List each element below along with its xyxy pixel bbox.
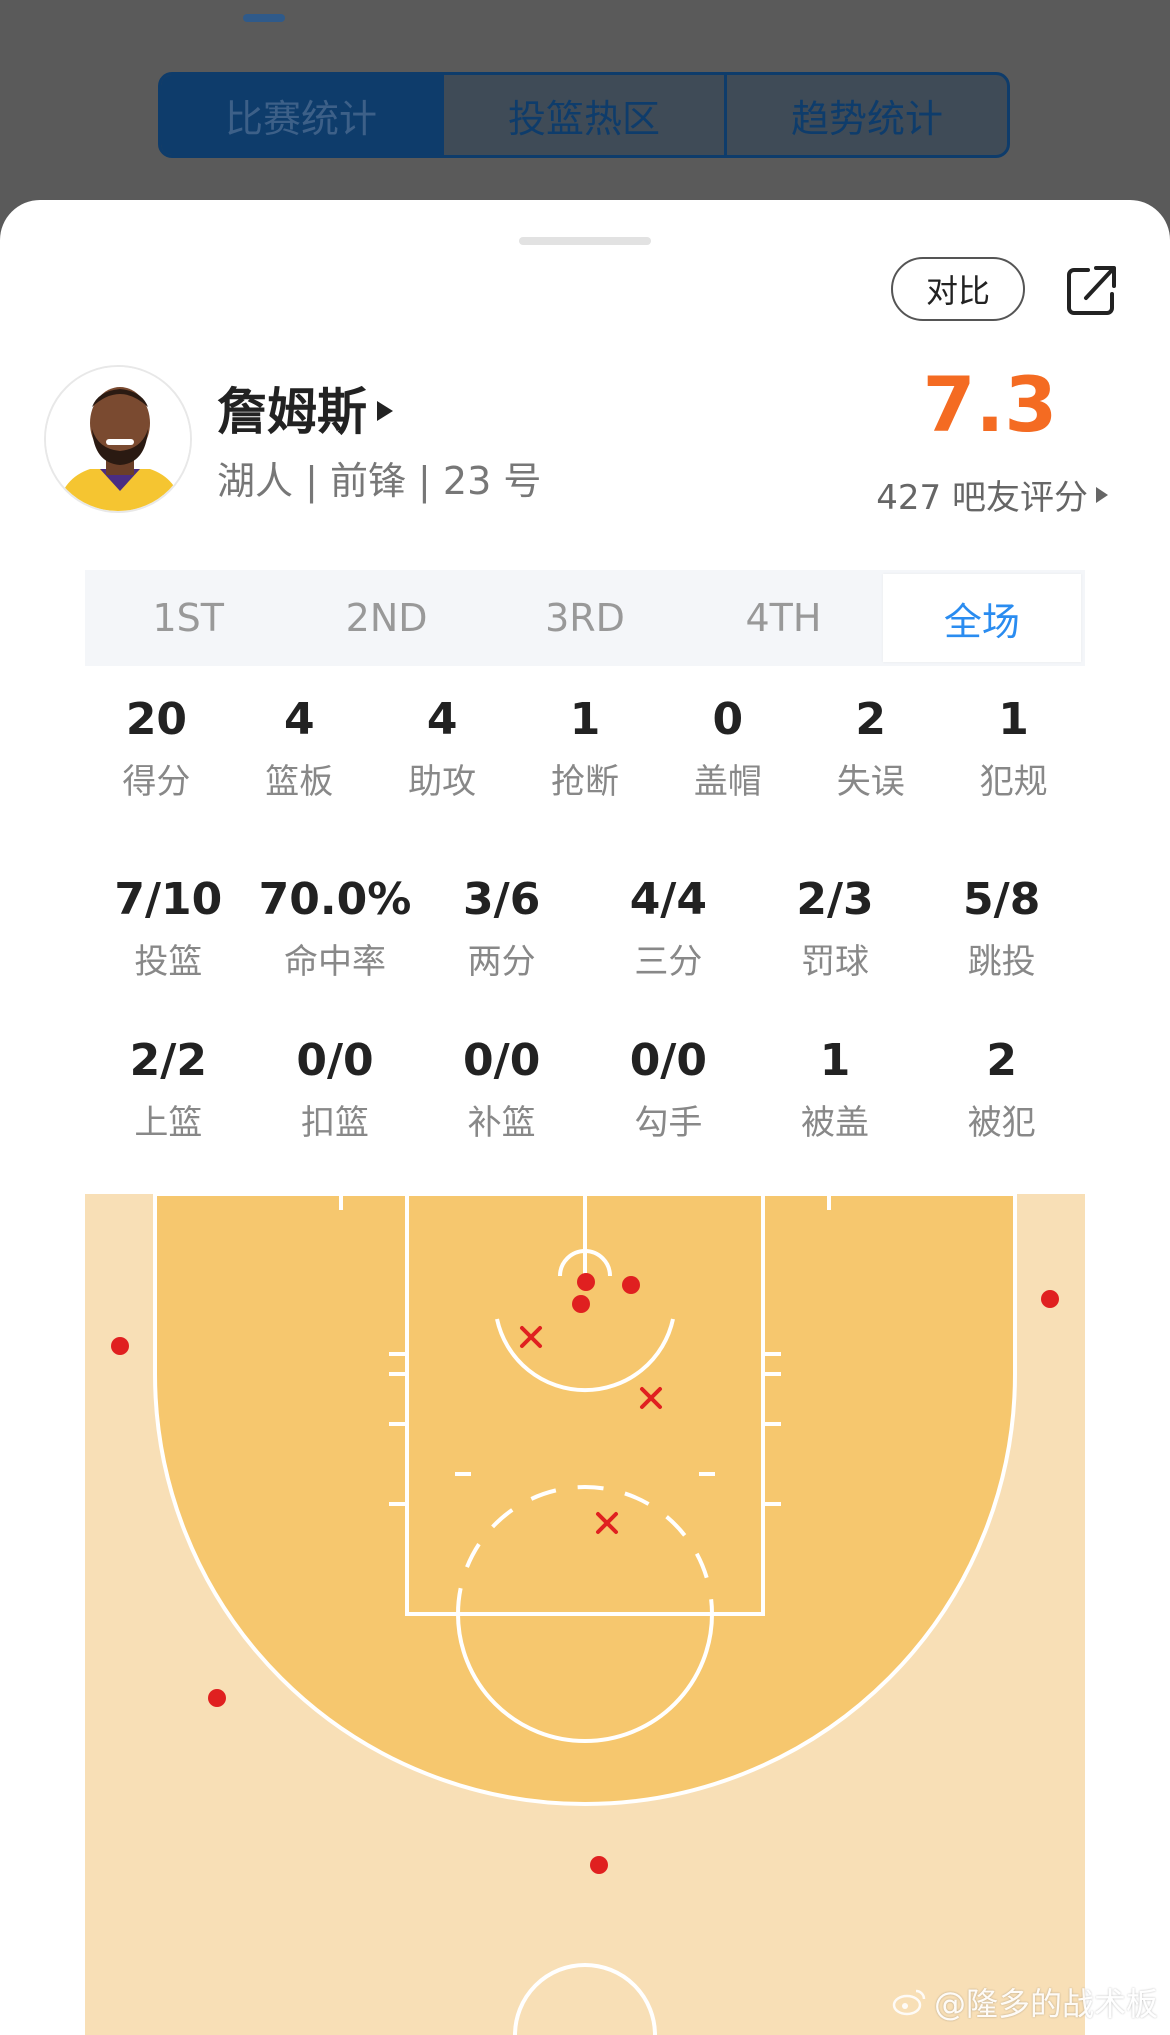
stat-dunks: 0/0 扣篮 bbox=[252, 1033, 419, 1144]
stat-value: 1 bbox=[819, 1035, 851, 1086]
stat-label: 被犯 bbox=[967, 1103, 1036, 1143]
stat-label: 跳投 bbox=[967, 942, 1036, 982]
tab-shot-zones[interactable]: 投篮热区 bbox=[444, 75, 727, 155]
stat-label: 抢断 bbox=[551, 762, 619, 802]
stat-layups: 2/2 上篮 bbox=[85, 1033, 252, 1144]
shooting-stats-row: 7/10 投篮 70.0% 命中率 3/6 两分 4/4 三分 2/3 罚球 5/8 跳投 bbox=[85, 872, 1085, 983]
stat-value: 20 bbox=[125, 694, 188, 745]
stat-value: 0 bbox=[712, 694, 744, 745]
stat-value: 2 bbox=[986, 1035, 1017, 1086]
stat-label: 勾手 bbox=[634, 1103, 703, 1143]
stat-value: 7/10 bbox=[114, 874, 223, 925]
stat-value: 4/4 bbox=[629, 874, 707, 925]
player-rating: 7.3 bbox=[922, 360, 1058, 449]
stat-free-throws: 2/3 罚球 bbox=[752, 872, 919, 983]
stat-label: 犯规 bbox=[979, 762, 1048, 802]
stat-label: 上篮 bbox=[134, 1103, 203, 1143]
stat-label: 补篮 bbox=[467, 1103, 536, 1143]
stat-value: 4 bbox=[283, 694, 315, 745]
period-tab-1st[interactable]: 1ST bbox=[89, 574, 287, 662]
player-portrait-icon bbox=[46, 367, 190, 511]
stat-value: 1 bbox=[998, 694, 1029, 745]
stat-value: 3/6 bbox=[463, 874, 541, 925]
made-shot-dot[interactable] bbox=[622, 1276, 640, 1294]
watermark: @隆多的战术板 bbox=[892, 1979, 1158, 2025]
stats-tab-bar: 比赛统计 投篮热区 趋势统计 bbox=[158, 72, 1010, 158]
made-shot-dot[interactable] bbox=[1041, 1290, 1059, 1308]
player-stats-sheet: 对比 詹姆斯 湖人 | 前锋 | 23 号 7.3 427 吧友评分 1ST 2… bbox=[0, 200, 1170, 2035]
compare-button[interactable]: 对比 bbox=[891, 257, 1025, 321]
stat-value: 70.0% bbox=[258, 874, 412, 925]
stat-jump-shots: 5/8 跳投 bbox=[918, 872, 1085, 983]
stat-fouled: 2 被犯 bbox=[918, 1033, 1085, 1144]
made-shot-dot[interactable] bbox=[577, 1273, 595, 1291]
period-tab-2nd[interactable]: 2ND bbox=[287, 574, 485, 662]
rating-count-text: 427 吧友评分 bbox=[876, 478, 1088, 518]
shot-chart-court bbox=[85, 1194, 1085, 2035]
share-icon[interactable] bbox=[1062, 260, 1122, 320]
stat-points: 20 得分 bbox=[85, 692, 228, 803]
made-shot-dot[interactable] bbox=[572, 1295, 590, 1313]
tab-trend-stats[interactable]: 趋势统计 bbox=[727, 75, 1007, 155]
stat-fg: 7/10 投篮 bbox=[85, 872, 252, 983]
stat-assists: 4 助攻 bbox=[371, 692, 514, 803]
shot-type-stats-row: 2/2 上篮 0/0 扣篮 0/0 补篮 0/0 勾手 1 被盖 2 被犯 bbox=[85, 1033, 1085, 1144]
made-shot-dot[interactable] bbox=[208, 1689, 226, 1707]
stat-hook-shots: 0/0 勾手 bbox=[585, 1033, 752, 1144]
play-arrow-icon bbox=[377, 401, 393, 421]
stat-value: 1 bbox=[569, 694, 601, 745]
stat-label: 盖帽 bbox=[693, 762, 762, 802]
stat-blocks: 0 盖帽 bbox=[656, 692, 799, 803]
period-selector: 1ST 2ND 3RD 4TH 全场 bbox=[85, 570, 1085, 666]
rating-count-link[interactable]: 427 吧友评分 bbox=[876, 470, 1108, 519]
stat-label: 扣篮 bbox=[301, 1103, 369, 1143]
stat-label: 篮板 bbox=[265, 762, 334, 802]
stat-label: 得分 bbox=[122, 762, 191, 802]
stat-putbacks: 0/0 补篮 bbox=[418, 1033, 585, 1144]
watermark-text: @隆多的战术板 bbox=[933, 1985, 1158, 2023]
stat-blocked: 1 被盖 bbox=[752, 1033, 919, 1144]
period-tab-4th[interactable]: 4TH bbox=[684, 574, 882, 662]
stat-value: 2/3 bbox=[796, 874, 874, 925]
stat-steals: 1 抢断 bbox=[514, 692, 657, 803]
player-name-text: 詹姆斯 bbox=[217, 383, 367, 441]
stat-label: 被盖 bbox=[801, 1103, 870, 1143]
stat-value: 0/0 bbox=[629, 1035, 707, 1086]
stat-value: 5/8 bbox=[963, 874, 1041, 925]
weibo-logo-icon bbox=[892, 1989, 926, 2016]
stat-three-pt: 4/4 三分 bbox=[585, 872, 752, 983]
tab-game-stats[interactable]: 比赛统计 bbox=[161, 75, 444, 155]
stat-value: 2/2 bbox=[129, 1035, 207, 1086]
made-shot-dot[interactable] bbox=[111, 1337, 129, 1355]
stat-value: 2 bbox=[855, 694, 887, 745]
status-indicator bbox=[243, 14, 285, 22]
stat-value: 0/0 bbox=[296, 1035, 374, 1086]
stat-label: 投篮 bbox=[134, 942, 203, 982]
stat-value: 4 bbox=[426, 694, 458, 745]
basic-stats-row: 20 得分 4 篮板 4 助攻 1 抢断 0 盖帽 2 失误 1 犯规 bbox=[85, 692, 1085, 803]
stat-value: 0/0 bbox=[463, 1035, 541, 1086]
player-avatar bbox=[44, 365, 192, 513]
made-shot-dot[interactable] bbox=[590, 1856, 608, 1874]
player-name[interactable]: 詹姆斯 bbox=[217, 372, 393, 444]
stat-label: 两分 bbox=[467, 942, 536, 982]
stat-label: 助攻 bbox=[408, 762, 477, 802]
period-tab-full-game[interactable]: 全场 bbox=[882, 574, 1082, 662]
period-tab-3rd[interactable]: 3RD bbox=[486, 574, 684, 662]
stat-fouls: 1 犯规 bbox=[942, 692, 1085, 803]
stat-turnovers: 2 失误 bbox=[799, 692, 942, 803]
sheet-grab-handle[interactable] bbox=[519, 237, 651, 245]
stat-label: 失误 bbox=[836, 762, 905, 802]
player-meta: 湖人 | 前锋 | 23 号 bbox=[217, 459, 542, 503]
stat-two-pt: 3/6 两分 bbox=[418, 872, 585, 983]
stat-label: 命中率 bbox=[284, 942, 386, 982]
play-arrow-icon bbox=[1096, 486, 1108, 503]
stat-label: 三分 bbox=[634, 942, 703, 982]
stat-label: 罚球 bbox=[801, 942, 870, 982]
stat-fg-pct: 70.0% 命中率 bbox=[252, 872, 419, 983]
stat-rebounds: 4 篮板 bbox=[228, 692, 371, 803]
